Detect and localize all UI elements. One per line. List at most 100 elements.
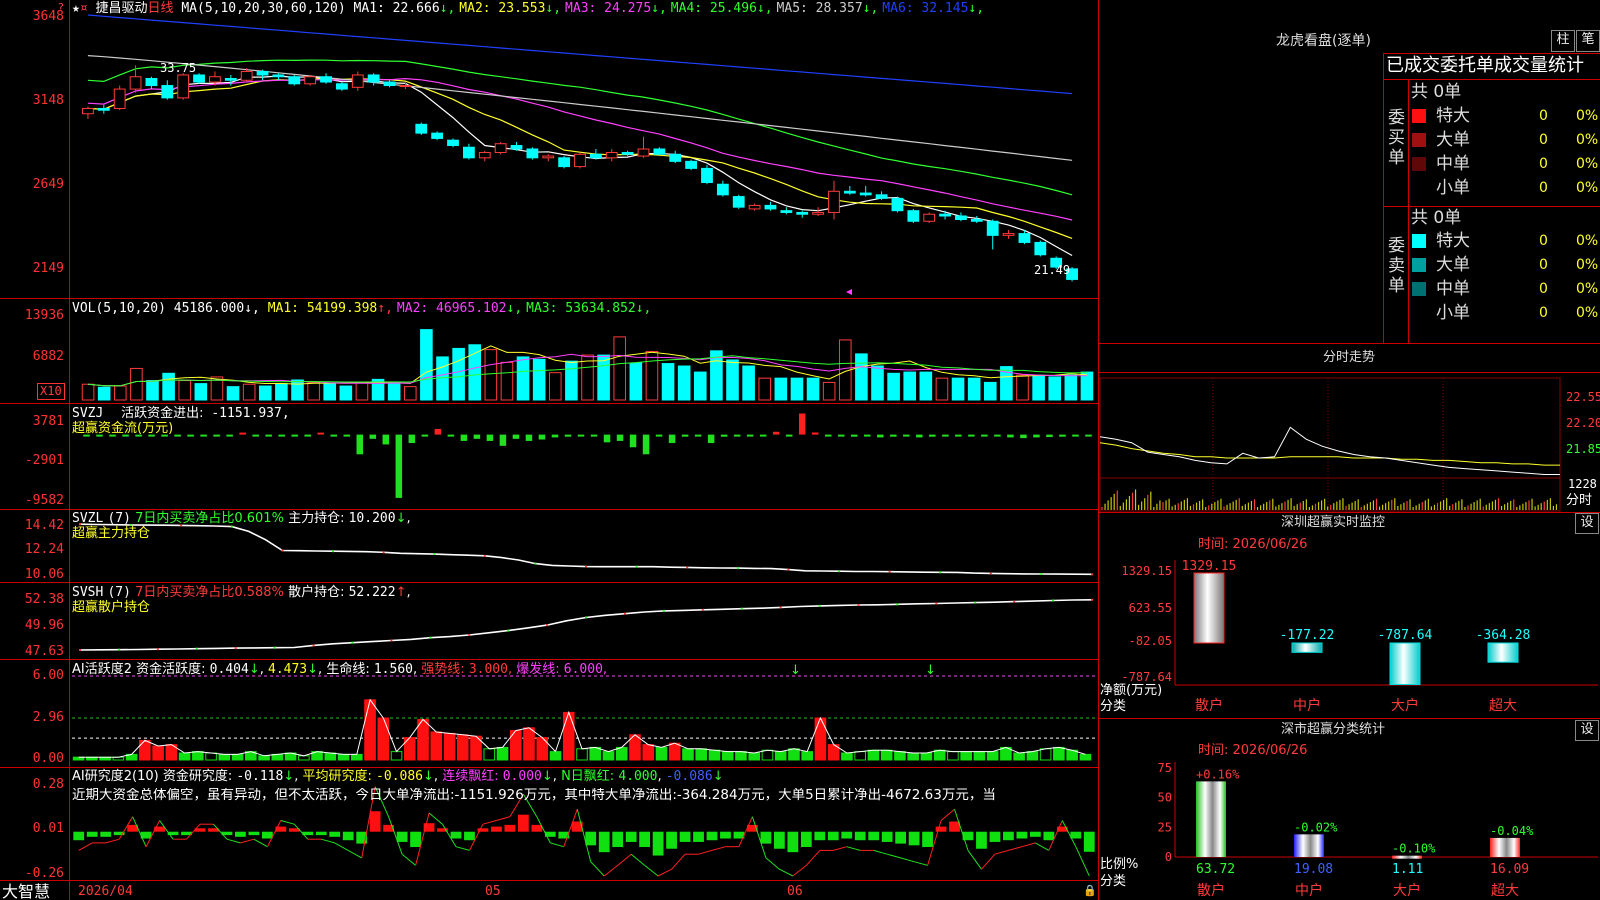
- ai-research-line: [873, 849, 888, 855]
- ai-research-bar: [329, 831, 341, 837]
- ai-research-bar: [369, 811, 381, 832]
- volume-bar: [935, 377, 949, 401]
- svzj-bar: [694, 434, 702, 437]
- svzj-bar: [916, 434, 923, 438]
- svsh-dot: [429, 636, 432, 639]
- ai-research-bar: [585, 831, 597, 846]
- ai-research-bar: [625, 831, 637, 842]
- ai-research-bar: [868, 831, 880, 841]
- ai-research-line: [671, 853, 686, 870]
- svsh-dot: [1052, 599, 1055, 602]
- ai-active-bar: [721, 751, 734, 761]
- signal-arrow: ↓: [790, 663, 801, 678]
- ai-active-bar: [443, 732, 456, 761]
- y-tick: -9582: [24, 493, 64, 508]
- ai-active-bar: [867, 749, 880, 761]
- svzj-bar: [616, 434, 624, 441]
- cls-category: 散户: [1197, 882, 1225, 899]
- svzj-bar: [981, 434, 988, 437]
- svzj-label: 活跃资金进出:: [121, 406, 204, 421]
- cls-category: 中户: [1295, 882, 1323, 899]
- ai-research-line: [240, 838, 255, 844]
- cls-bar: [1490, 837, 1520, 857]
- ai-research-bar: [908, 831, 920, 846]
- y-tick: -0.26: [24, 866, 64, 881]
- svsh-dot: [585, 616, 587, 619]
- ai-research-line: [900, 857, 915, 863]
- ai-research-bar: [450, 831, 462, 839]
- volume-chart[interactable]: ↓ ↓: [0, 0, 1098, 900]
- x-label: 2026/04: [78, 884, 133, 899]
- svzl-header: SVZL (7) 7日内买卖净占比0.601% 主力持仓: 10.200↓,: [72, 511, 411, 526]
- svsh-line: [79, 599, 1093, 651]
- svzj-bar: [955, 434, 962, 437]
- svzj-bar: [994, 434, 1001, 437]
- volume-bar: [597, 354, 610, 401]
- ai-research-bar: [666, 831, 677, 849]
- ai-life-value: 1.560: [373, 662, 413, 677]
- svzl-value: 10.200: [348, 511, 396, 526]
- ai-research-line: [105, 838, 120, 844]
- svzj-bar: [447, 434, 455, 437]
- svsh-dot: [935, 602, 938, 605]
- svzj-bar: [343, 434, 351, 437]
- volume-bar: [81, 383, 95, 401]
- y-tick: 49.96: [24, 618, 64, 633]
- ai-active-bar: [986, 751, 999, 761]
- ai-active-bar: [615, 746, 628, 761]
- ai-active-bar: [1039, 748, 1052, 761]
- ai-research-line: [967, 850, 982, 870]
- ai-research-bar: [86, 831, 98, 837]
- svzj-bar: [603, 434, 611, 443]
- svzj-bar: [824, 434, 832, 437]
- svzl-dot: [787, 568, 790, 571]
- classify-cat-label: 分类: [1100, 874, 1127, 889]
- cls-change: +0.16%: [1196, 767, 1240, 781]
- volume-bar: [194, 383, 208, 401]
- svzj-bar: [942, 434, 949, 437]
- ai-active-bar: [337, 753, 350, 761]
- ai-research-bar: [760, 831, 772, 844]
- ai-research-comment: 近期大资金总体偏空，虽有异动，但不太活跃，今日大单净流出:-1151.926万元…: [72, 788, 996, 803]
- ai-research-bar: [315, 831, 327, 836]
- classify-bar-chart[interactable]: 75 50 25 0 +0.16% 63.72 散户 -0.02% 19.08 中户 -0.10% 1…: [1098, 0, 1600, 900]
- lock-icon[interactable]: 🔒: [1083, 883, 1097, 898]
- ai-active-bar: [231, 753, 244, 761]
- ai-research-line: [401, 853, 416, 866]
- volume-bar: [822, 381, 836, 401]
- ai-research-line: [887, 853, 901, 859]
- svzj-bar: [317, 432, 324, 435]
- cls-value: 16.09: [1490, 862, 1529, 877]
- volume-bar: [774, 377, 788, 401]
- svzl-dot: [585, 565, 587, 568]
- ai-research-bar: [854, 831, 866, 841]
- svzj-bar: [512, 434, 520, 439]
- ai-active-bar: [801, 751, 813, 761]
- ai-research-bar: [342, 831, 354, 841]
- ai-active-bar: [324, 752, 337, 761]
- ai-research-bar: [1070, 831, 1082, 839]
- chart-area[interactable]: ★¤ 捷昌驱动日线 MA(5,10,20,30,60,120) MA1: 22.…: [0, 0, 1098, 900]
- ai-research-bar: [976, 831, 987, 849]
- volume-bar: [806, 377, 820, 401]
- svzj-bar: [434, 428, 442, 435]
- ai-n-label: N日飘红:: [561, 769, 615, 784]
- svzj-bar: [369, 434, 377, 439]
- ai-active-bar: [854, 751, 866, 761]
- svzj-bar: [733, 434, 741, 437]
- svzj-bar: [1007, 434, 1014, 438]
- svzl-dot: [332, 550, 334, 553]
- ai-active-header: AI活跃度2 资金活跃度: 0.404↓, 4.473↓, 生命线: 1.560…: [72, 662, 608, 677]
- ai-active-bar: [178, 752, 191, 761]
- svzj-bar: [187, 434, 194, 437]
- ai-active-bar: [192, 751, 204, 761]
- volume-bar: [146, 380, 159, 401]
- svzj-bar: [1059, 434, 1066, 437]
- svzj-bar: [382, 434, 390, 445]
- ai-research-bar: [800, 831, 812, 848]
- ai-research-line: [630, 853, 645, 866]
- ai-research-header: AI研究度2(10) 资金研究度: -0.118↓, 平均研究度: -0.086…: [72, 769, 724, 784]
- ai-active-bar: [774, 751, 787, 761]
- svzj-bar: [291, 434, 298, 437]
- svsh-header: SVSH (7) 7日内买卖净占比0.588% 散户持仓: 52.222↑,: [72, 585, 411, 600]
